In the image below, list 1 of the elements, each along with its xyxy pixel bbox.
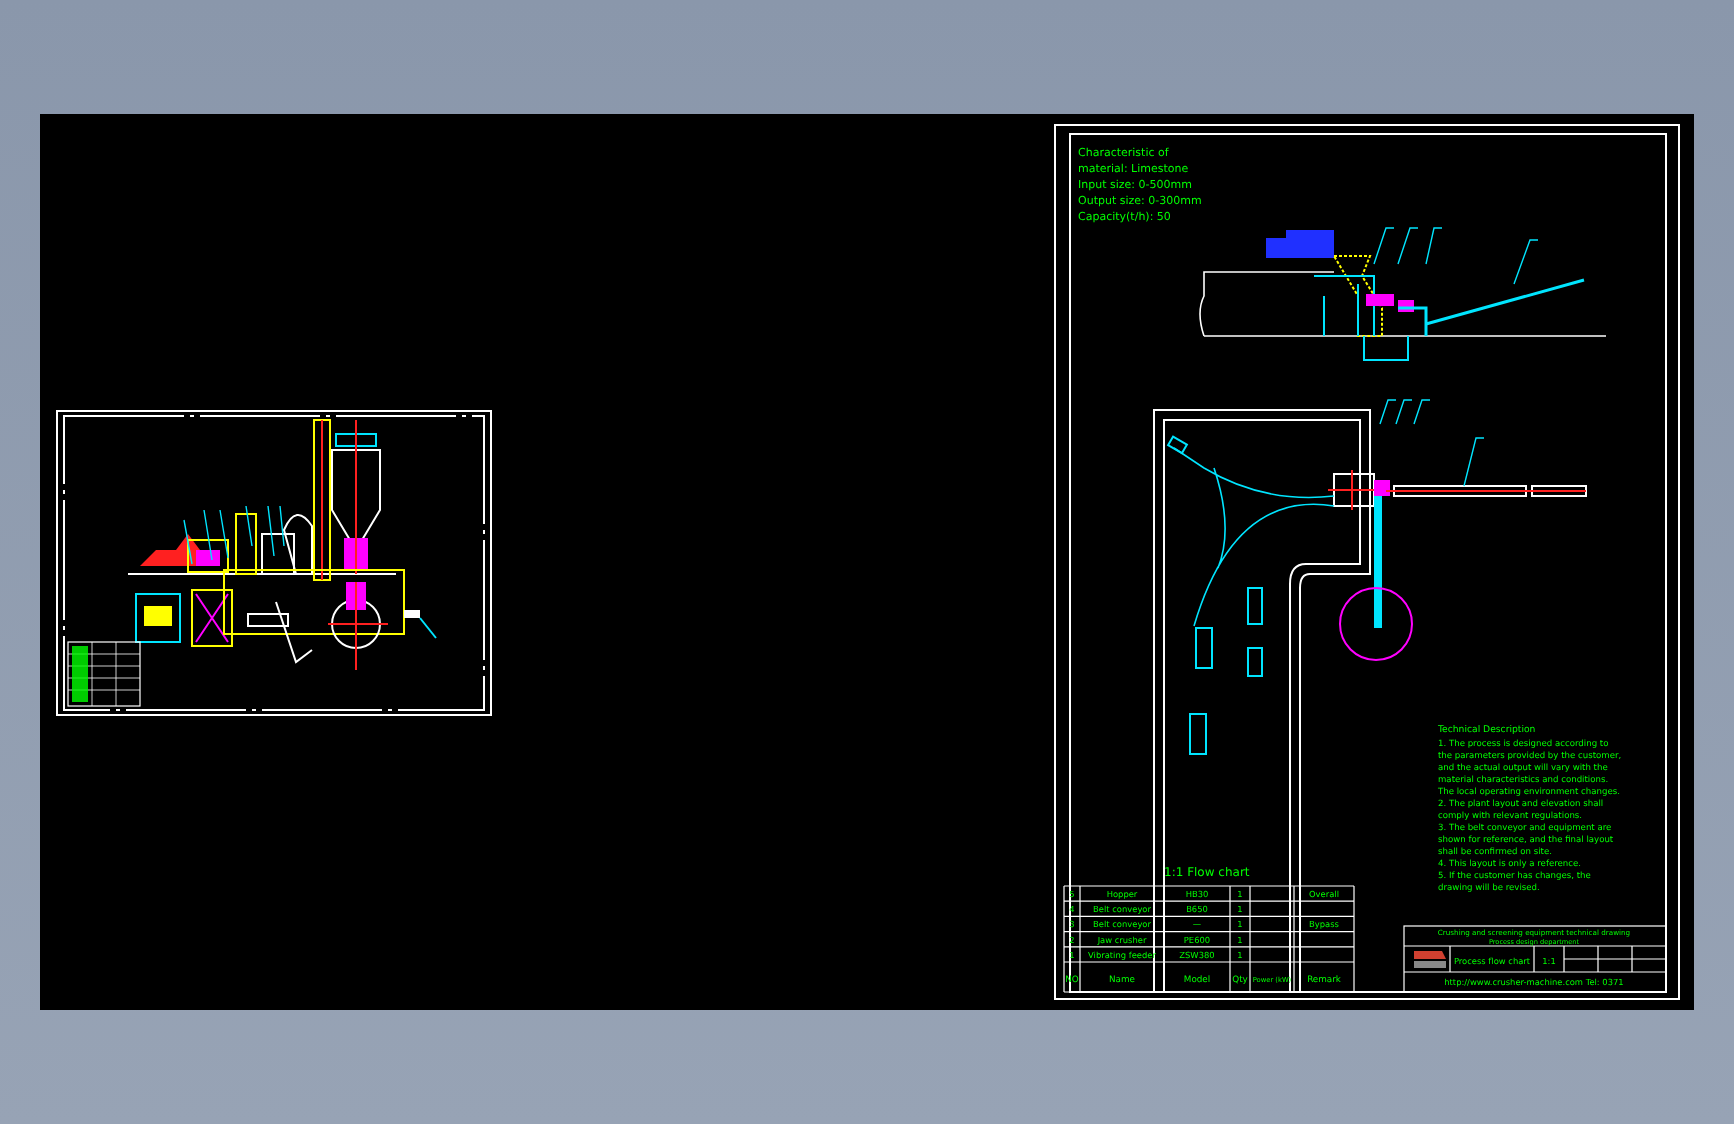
logo-icon: [1414, 951, 1446, 968]
